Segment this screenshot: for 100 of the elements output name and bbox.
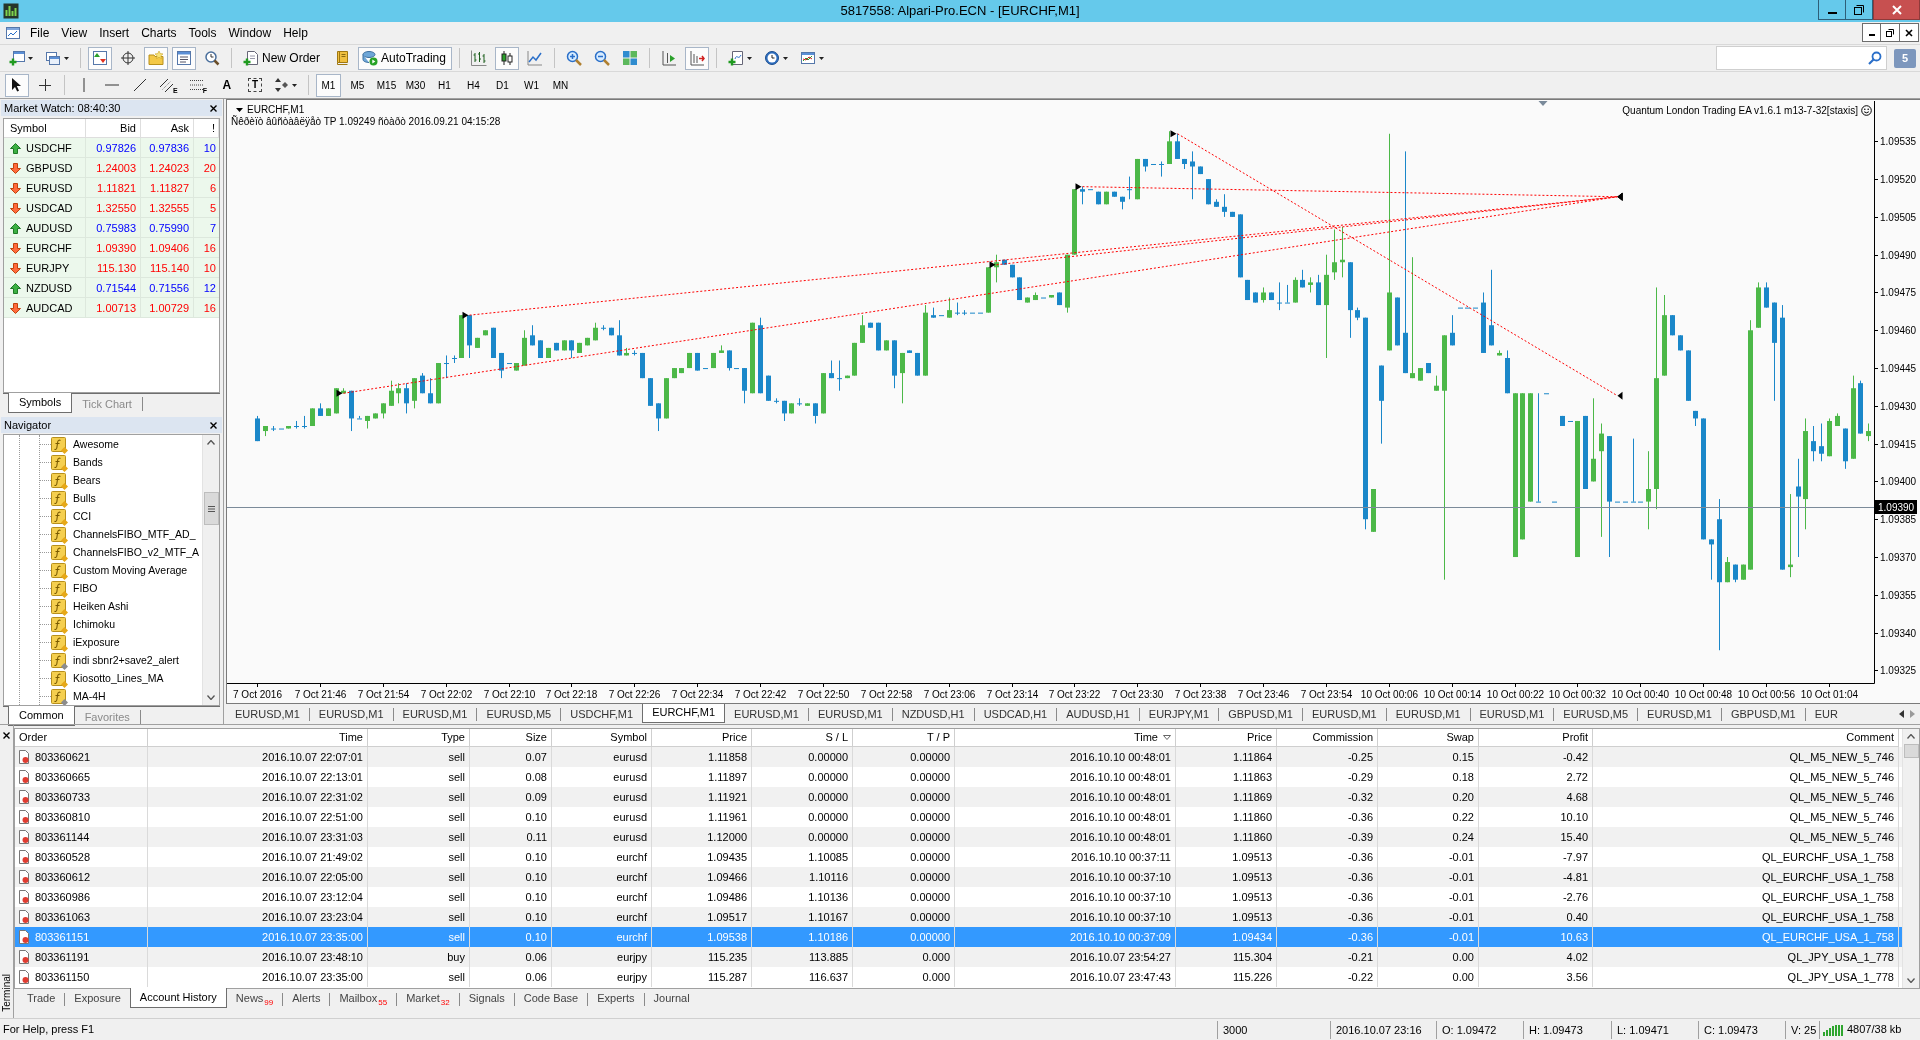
- panel-title: Navigator: [4, 418, 52, 433]
- price-label: 1.09415: [1880, 439, 1917, 450]
- order-number: 803360621: [35, 750, 91, 765]
- time-label: 7 Oct 22:18: [545, 689, 598, 700]
- time-label: 7 Oct 22:58: [860, 689, 913, 700]
- order-number: 803361063: [35, 910, 91, 925]
- price-label: 1.09370: [1880, 552, 1917, 563]
- open-price: 115.287: [652, 967, 752, 987]
- time-label: 7 Oct 22:50: [797, 689, 850, 700]
- unread-count: 99: [264, 999, 274, 1007]
- time-label: 7 Oct 2016: [233, 689, 282, 700]
- spread-value: 7: [208, 221, 217, 236]
- price-label: 1.09340: [1880, 628, 1917, 639]
- price-label: 1.09490: [1880, 250, 1917, 261]
- status-text: H: 1.09473: [1523, 1020, 1611, 1039]
- order-number: 803360986: [35, 890, 91, 905]
- time-label: 7 Oct 23:38: [1174, 689, 1227, 700]
- open-time: 2016.10.07 23:35:00: [148, 967, 368, 987]
- time-label: 10 Oct 00:56: [1737, 689, 1796, 700]
- time-label: 7 Oct 23:06: [923, 689, 976, 700]
- time-label: 7 Oct 23:14: [986, 689, 1039, 700]
- symbol-name: EURUSD: [26, 181, 73, 196]
- price-label: 1.09475: [1880, 287, 1917, 298]
- time-label: 10 Oct 00:22: [1486, 689, 1545, 700]
- spread-value: 16: [202, 241, 217, 256]
- order-type: sell: [368, 967, 470, 987]
- profit: 3.56: [1479, 967, 1593, 987]
- ask-price: 1.00729: [141, 298, 194, 318]
- price-label: 1.09535: [1880, 136, 1917, 147]
- price-label: 1.09445: [1880, 363, 1917, 374]
- panel-title: Market Watch: 08:40:30: [4, 101, 121, 116]
- time-label: 7 Oct 23:30: [1111, 689, 1164, 700]
- spread-value: 10: [202, 261, 217, 276]
- unread-count: 32: [440, 999, 450, 1007]
- order-number: 803360528: [35, 850, 91, 865]
- status-text: 2016.10.07 23:16: [1330, 1020, 1436, 1039]
- spread-value: 6: [208, 181, 217, 196]
- chart-comment: Ñêðèïò âûñòàâëÿåò TP 1.09249 ñòàðò 2016.09.21 04:15:28: [231, 116, 501, 127]
- time-label: 10 Oct 00:48: [1674, 689, 1733, 700]
- spread-value: 10: [202, 141, 217, 156]
- close-time: 2016.10.07 23:47:43: [955, 967, 1176, 987]
- time-label: 7 Oct 23:54: [1300, 689, 1353, 700]
- time-label: 7 Oct 22:34: [671, 689, 724, 700]
- expert-name: Quantum London Trading EA v1.6.1 m13-7-32[staxis]: [1622, 105, 1858, 116]
- spread-value: 12: [202, 281, 217, 296]
- order-number: 803360612: [35, 870, 91, 885]
- status-text: L: 1.09471: [1611, 1020, 1698, 1039]
- symbol-name: EURJPY: [26, 261, 70, 276]
- symbol-name: AUDCAD: [26, 301, 73, 316]
- traffic-text: 4807/38 kb: [1847, 1022, 1902, 1038]
- price-label: 1.09385: [1880, 514, 1917, 525]
- time-label: 10 Oct 00:40: [1611, 689, 1670, 700]
- price-badge: 1.09390: [1875, 500, 1917, 514]
- time-label: 7 Oct 22:26: [608, 689, 661, 700]
- time-label: 7 Oct 23:46: [1237, 689, 1290, 700]
- order-number: 803361150: [35, 970, 90, 985]
- commission: -0.22: [1277, 967, 1378, 987]
- unread-count: 55: [378, 999, 388, 1007]
- close-price: 115.226: [1176, 967, 1277, 987]
- symbol-name: GBPUSD: [26, 161, 73, 176]
- symbol-name: USDCAD: [26, 201, 73, 216]
- time-label: 7 Oct 21:54: [357, 689, 410, 700]
- terminal-label: Terminal: [0, 974, 13, 1012]
- order-number: 803361151: [35, 930, 90, 945]
- symbol-name: NZDUSD: [26, 281, 72, 296]
- status-text: O: 1.09472: [1436, 1020, 1523, 1039]
- bid-price: 1.00713: [86, 298, 141, 318]
- help-text: For Help, press F1: [2, 1022, 96, 1038]
- swap: 0.00: [1378, 967, 1479, 987]
- time-label: 10 Oct 00:32: [1548, 689, 1607, 700]
- chart-symbol: EURCHF,M1: [247, 104, 305, 115]
- order-number: 803360733: [35, 790, 91, 805]
- price-label: 1.09325: [1880, 665, 1917, 676]
- time-label: 10 Oct 01:04: [1800, 689, 1859, 700]
- order-comment: QL_JPY_USA_1_778: [1593, 967, 1899, 987]
- spread-value: 20: [202, 161, 217, 176]
- spread-value: 16: [202, 301, 217, 316]
- time-label: 7 Oct 23:22: [1048, 689, 1101, 700]
- status-text: V: 25: [1785, 1020, 1819, 1039]
- order-number: 803361191: [35, 950, 90, 965]
- time-label: 7 Oct 22:02: [420, 689, 473, 700]
- price-label: 1.09460: [1880, 325, 1917, 336]
- spread-value: 5: [208, 201, 217, 216]
- price-label: 1.09430: [1880, 401, 1917, 412]
- symbol-name: EURCHF: [26, 241, 72, 256]
- price-label: 1.09520: [1880, 174, 1917, 185]
- time-label: 7 Oct 22:10: [483, 689, 536, 700]
- window-title: 5817558: Alpari-Pro.ECN - [EURCHF,M1]: [840, 2, 1080, 20]
- order-number: 803360810: [35, 810, 91, 825]
- status-text: C: 1.09473: [1698, 1020, 1785, 1039]
- price-label: 1.09505: [1880, 212, 1917, 223]
- symbol-name: AUDUSD: [26, 221, 73, 236]
- time-label: 7 Oct 21:46: [294, 689, 347, 700]
- stop-loss: 116.637: [752, 967, 853, 987]
- take-profit: 0.000: [853, 967, 955, 987]
- time-label: 10 Oct 00:06: [1360, 689, 1419, 700]
- order-number: 803361144: [35, 830, 90, 845]
- symbol-name: USDCHF: [26, 141, 72, 156]
- order-number: 803360665: [35, 770, 91, 785]
- status-text: 3000: [1217, 1020, 1330, 1039]
